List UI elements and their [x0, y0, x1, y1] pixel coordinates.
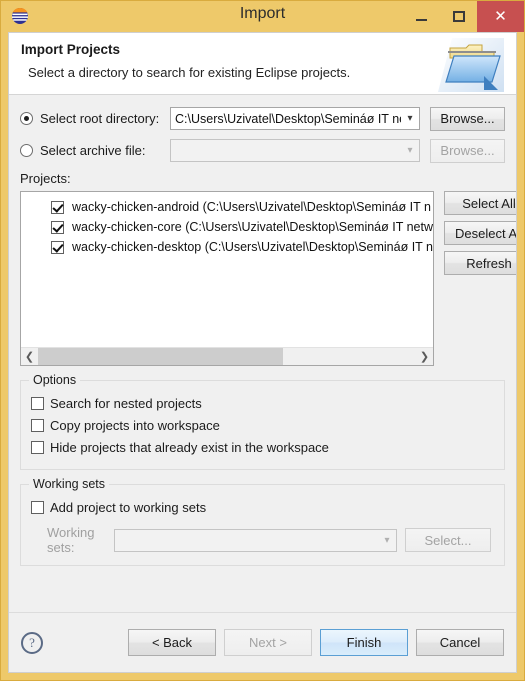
projects-items: wacky-chicken-android (C:\Users\Uzivatel…: [21, 192, 433, 347]
options-group: Options Search for nested projects Copy …: [20, 373, 505, 470]
working-sets-combo-label: Working sets:: [47, 525, 95, 555]
working-sets-group: Working sets Add project to working sets…: [20, 477, 505, 566]
scrollbar-track[interactable]: [38, 348, 416, 365]
working-sets-combo[interactable]: ▾: [114, 528, 397, 552]
add-project-to-working-sets-checkbox[interactable]: [31, 500, 44, 514]
working-sets-group-title: Working sets: [29, 477, 110, 491]
option-copy-projects-row[interactable]: Copy projects into workspace: [31, 415, 494, 435]
search-nested-projects-checkbox[interactable]: [31, 396, 44, 410]
help-icon[interactable]: ?: [21, 631, 43, 654]
root-directory-combo[interactable]: C:\Users\Uzivatel\Desktop\Semináø IT net…: [170, 107, 420, 130]
dialog-footer: ? < Back Next > Finish Cancel: [9, 612, 516, 672]
option-search-nested-row[interactable]: Search for nested projects: [31, 393, 494, 413]
back-button[interactable]: < Back: [128, 629, 216, 656]
window-controls: ✕: [403, 1, 524, 32]
chevron-right-icon[interactable]: ❯: [416, 348, 433, 365]
working-sets-select-button[interactable]: Select...: [405, 528, 491, 552]
project-checkbox[interactable]: [51, 240, 64, 254]
select-root-directory-label: Select root directory:: [40, 111, 160, 126]
select-root-directory-radio[interactable]: [20, 112, 33, 125]
select-archive-file-radio[interactable]: [20, 144, 33, 157]
refresh-button[interactable]: Refresh: [444, 251, 516, 275]
list-item[interactable]: wacky-chicken-core (C:\Users\Uzivatel\De…: [21, 217, 433, 237]
open-folder-icon: [438, 38, 504, 92]
select-all-button[interactable]: Select All: [444, 191, 516, 215]
deselect-all-button[interactable]: Deselect All: [444, 221, 516, 245]
list-item[interactable]: wacky-chicken-android (C:\Users\Uzivatel…: [21, 197, 433, 217]
close-icon: ✕: [494, 8, 507, 25]
root-directory-row: Select root directory: C:\Users\Uzivatel…: [20, 106, 505, 131]
minimize-button[interactable]: [403, 1, 440, 32]
dialog-client-area: Import Projects Select a directory to se…: [8, 32, 517, 673]
hide-existing-projects-label: Hide projects that already exist in the …: [50, 439, 329, 455]
browse-archive-file-button[interactable]: Browse...: [430, 138, 505, 163]
copy-projects-checkbox[interactable]: [31, 418, 44, 432]
working-sets-selector-row: Working sets: ▾ Select...: [31, 525, 494, 555]
projects-buttons: Select All Deselect All Refresh: [444, 191, 516, 275]
horizontal-scrollbar[interactable]: ❮ ❯: [21, 347, 433, 365]
root-directory-value: C:\Users\Uzivatel\Desktop\Semináø IT net…: [175, 111, 401, 126]
select-archive-file-label: Select archive file:: [40, 143, 146, 158]
add-to-working-sets-row[interactable]: Add project to working sets: [31, 497, 494, 517]
project-label: wacky-chicken-android (C:\Users\Uzivatel…: [72, 200, 431, 214]
import-dialog-window: Import ✕ Import Projects Select a direct…: [0, 0, 525, 681]
main-pane: Select root directory: C:\Users\Uzivatel…: [9, 95, 516, 612]
list-item[interactable]: wacky-chicken-desktop (C:\Users\Uzivatel…: [21, 237, 433, 257]
project-checkbox[interactable]: [51, 220, 64, 234]
wizard-header: Import Projects Select a directory to se…: [9, 33, 516, 95]
archive-file-combo[interactable]: ▾: [170, 139, 420, 162]
close-button[interactable]: ✕: [477, 1, 524, 32]
options-group-title: Options: [29, 373, 81, 387]
archive-file-row: Select archive file: ▾ Browse...: [20, 138, 505, 163]
projects-list[interactable]: wacky-chicken-android (C:\Users\Uzivatel…: [20, 191, 434, 366]
option-hide-existing-row[interactable]: Hide projects that already exist in the …: [31, 437, 494, 457]
project-checkbox[interactable]: [51, 200, 64, 214]
chevron-down-icon: ▾: [407, 113, 413, 124]
projects-label: Projects:: [20, 171, 71, 186]
chevron-down-icon: ▾: [407, 145, 413, 156]
project-label: wacky-chicken-core (C:\Users\Uzivatel\De…: [72, 220, 433, 234]
projects-area: wacky-chicken-android (C:\Users\Uzivatel…: [20, 191, 516, 366]
search-nested-projects-label: Search for nested projects: [50, 395, 202, 411]
copy-projects-label: Copy projects into workspace: [50, 417, 220, 433]
cancel-button[interactable]: Cancel: [416, 629, 504, 656]
chevron-down-icon: ▾: [384, 534, 390, 546]
hide-existing-projects-checkbox[interactable]: [31, 440, 44, 454]
maximize-icon: [452, 11, 465, 22]
footer-buttons: < Back Next > Finish Cancel: [128, 629, 504, 656]
browse-root-directory-button[interactable]: Browse...: [430, 106, 505, 131]
maximize-button[interactable]: [440, 1, 477, 32]
finish-button[interactable]: Finish: [320, 629, 408, 656]
chevron-left-icon[interactable]: ❮: [21, 348, 38, 365]
minimize-icon: [416, 19, 427, 21]
add-project-to-working-sets-label: Add project to working sets: [50, 499, 207, 515]
scrollbar-thumb[interactable]: [38, 348, 283, 365]
title-bar: Import ✕: [1, 1, 524, 32]
project-label: wacky-chicken-desktop (C:\Users\Uzivatel…: [72, 240, 433, 254]
next-button[interactable]: Next >: [224, 629, 312, 656]
